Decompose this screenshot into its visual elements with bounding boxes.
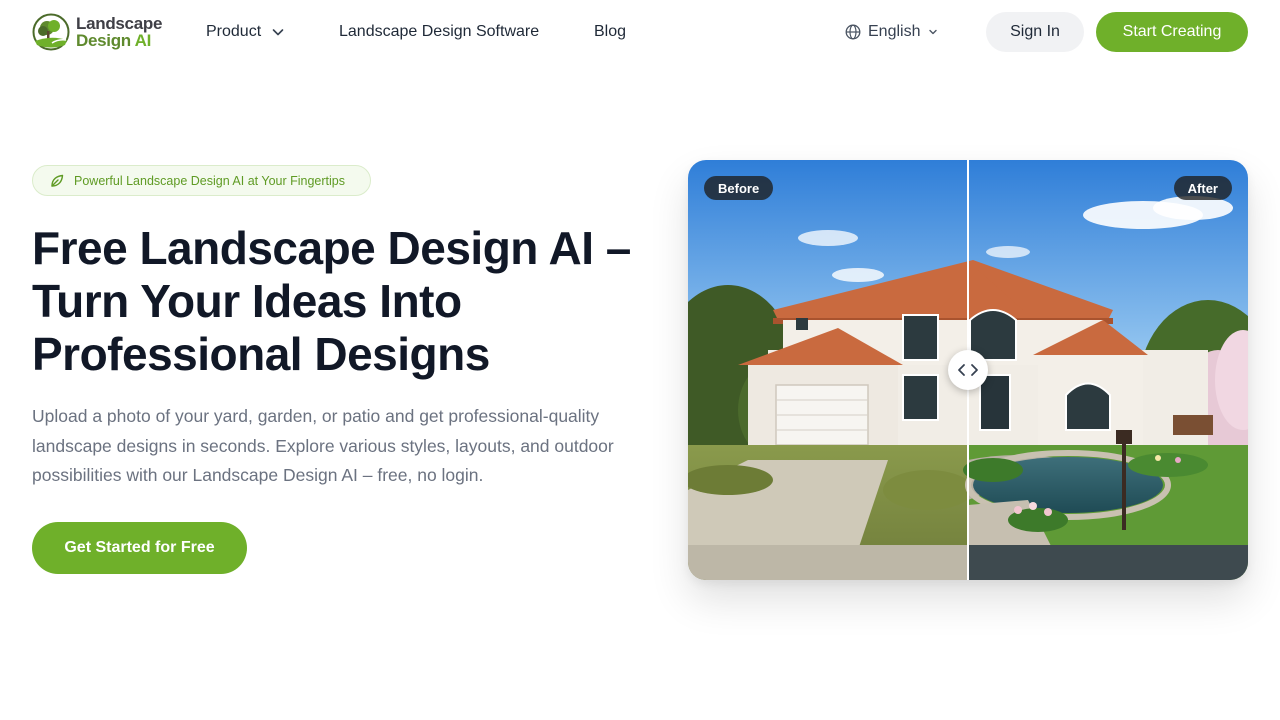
sign-in-button[interactable]: Sign In [986, 12, 1084, 52]
nav-blog-label: Blog [594, 23, 627, 40]
comparison-slider-handle[interactable] [948, 350, 988, 390]
site-header: Landscape Design AI Product Landscape De… [0, 0, 1280, 64]
before-after-comparison[interactable]: Before After [688, 160, 1248, 580]
logo-tree-icon [32, 13, 70, 51]
language-selector[interactable]: English [845, 0, 938, 64]
globe-icon [845, 24, 861, 40]
logo-ai: AI [134, 31, 152, 50]
nav-blog[interactable]: Blog [594, 0, 626, 64]
hero-title: Free Landscape Design AI – Turn Your Ide… [32, 222, 631, 380]
left-right-arrows-icon [958, 364, 978, 376]
chevron-down-icon [929, 29, 938, 35]
logo-line-2: Design AI [76, 32, 162, 49]
logo-line-2-prefix: Design [76, 31, 135, 50]
nav-software-label: Landscape Design Software [339, 23, 540, 40]
logo-line-1: Landscape [76, 14, 163, 33]
hero-badge: Powerful Landscape Design AI at Your Fin… [32, 165, 371, 196]
hero-badge-text: Powerful Landscape Design AI at Your Fin… [74, 173, 346, 188]
after-label: After [1173, 176, 1232, 200]
get-started-button[interactable]: Get Started for Free [32, 522, 247, 574]
language-label: English [868, 23, 921, 40]
nav-product-label: Product [206, 23, 262, 40]
leaf-icon [51, 174, 64, 187]
logo-text: Landscape Design AI [76, 15, 162, 49]
nav-product[interactable]: Product [206, 0, 285, 64]
logo[interactable]: Landscape Design AI [32, 12, 162, 52]
start-creating-button[interactable]: Start Creating [1096, 12, 1248, 52]
before-label: Before [704, 176, 774, 200]
chevron-down-icon [272, 29, 284, 36]
nav-landscape-design-software[interactable]: Landscape Design Software [339, 0, 539, 64]
hero-description: Upload a photo of your yard, garden, or … [32, 406, 614, 485]
